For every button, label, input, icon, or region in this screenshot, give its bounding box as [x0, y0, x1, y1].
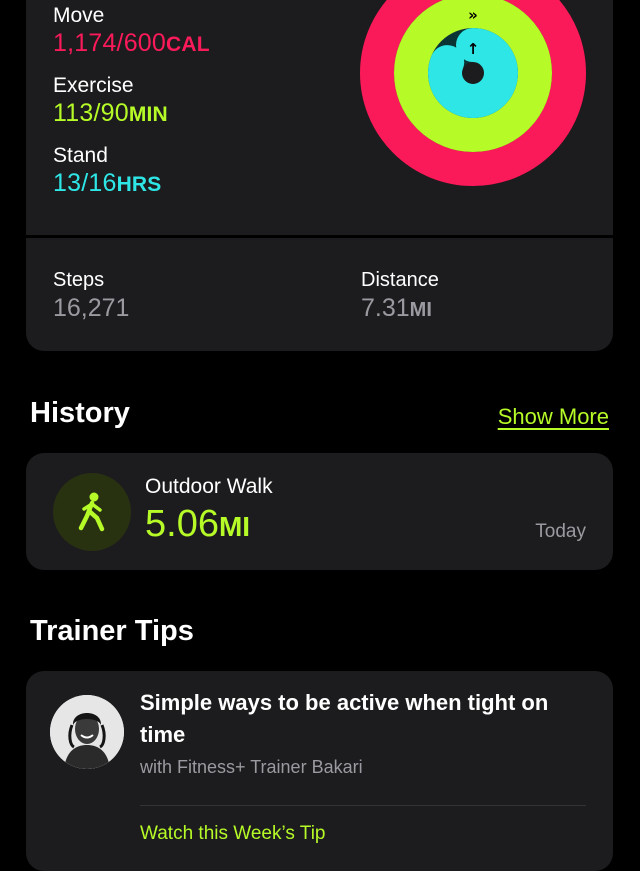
card-divider: [26, 235, 613, 237]
exercise-label: Exercise: [53, 74, 134, 97]
distance-stat: Distance 7.31MI: [361, 268, 439, 326]
watch-tip-link[interactable]: Watch this Week’s Tip: [140, 823, 326, 845]
trainer-tips-heading: Trainer Tips: [30, 615, 194, 647]
stand-metric: Stand 13/16HRS: [53, 144, 162, 200]
stand-value: 13/16HRS: [53, 169, 162, 197]
steps-label: Steps: [53, 269, 105, 291]
workout-distance: 5.06MI: [145, 503, 251, 545]
stand-arrow-icon: ↑: [467, 40, 480, 58]
stand-unit: HRS: [116, 173, 162, 196]
activity-rings[interactable]: → » ↑: [360, 0, 586, 186]
tip-divider: [140, 805, 586, 806]
workout-name: Outdoor Walk: [145, 475, 273, 498]
move-unit: CAL: [166, 33, 210, 56]
exercise-metric: Exercise 113/90MIN: [53, 74, 168, 130]
move-label: Move: [53, 4, 105, 27]
steps-stat: Steps 16,271: [53, 268, 129, 324]
exercise-value: 113/90MIN: [53, 99, 168, 127]
walking-figure-icon: [78, 492, 105, 532]
stand-label: Stand: [53, 144, 108, 167]
history-heading: History: [30, 397, 130, 429]
history-item-outdoor-walk[interactable]: Outdoor Walk 5.06MI Today: [26, 453, 613, 570]
exercise-arrow-icon: »: [468, 6, 478, 24]
activity-card[interactable]: Move 1,174/600CAL Exercise 113/90MIN Sta…: [26, 0, 613, 236]
show-more-link[interactable]: Show More: [498, 404, 609, 430]
workout-icon-badge: [53, 473, 131, 551]
distance-label: Distance: [361, 269, 439, 291]
distance-unit: MI: [409, 299, 432, 321]
tip-subtitle: with Fitness+ Trainer Bakari: [140, 757, 363, 777]
tip-title: Simple ways to be active when tight on t…: [140, 690, 549, 747]
distance-value: 7.31MI: [361, 294, 432, 322]
trainer-tip-card[interactable]: Simple ways to be active when tight on t…: [26, 671, 613, 871]
move-value: 1,174/600CAL: [53, 29, 210, 57]
steps-value: 16,271: [53, 294, 130, 322]
move-metric: Move 1,174/600CAL: [53, 4, 210, 60]
exercise-unit: MIN: [128, 103, 168, 126]
workout-distance-unit: MI: [218, 511, 251, 542]
trainer-portrait-icon: [50, 695, 124, 769]
trainer-avatar: [50, 695, 124, 769]
steps-distance-card[interactable]: Steps 16,271 Distance 7.31MI: [26, 238, 613, 351]
workout-date: Today: [535, 521, 586, 542]
